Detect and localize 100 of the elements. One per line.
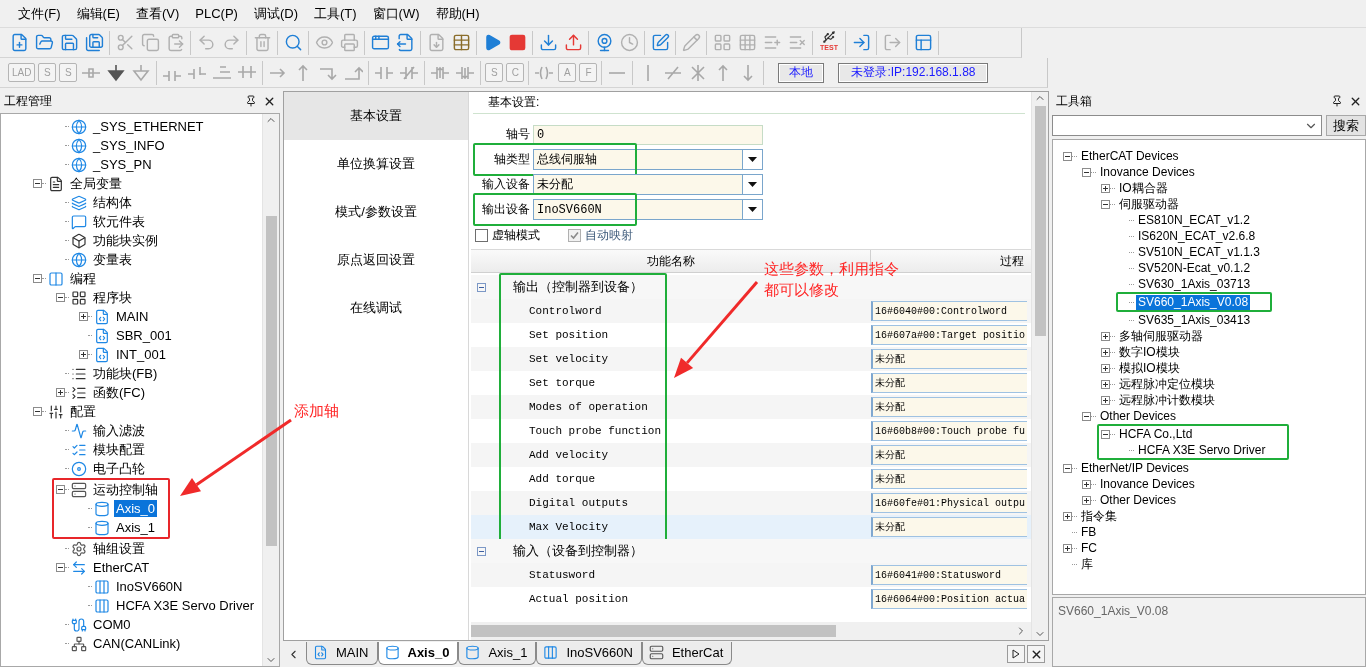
mapping-field[interactable]: 16#6040#00:Controlword xyxy=(871,301,1027,321)
tree-item[interactable]: 函数(FC) xyxy=(91,384,147,401)
tree-item[interactable]: Inovance Devices xyxy=(1098,164,1197,180)
tree-item[interactable]: HCFA X3E Servo Driver xyxy=(1136,442,1268,458)
new-file-icon[interactable] xyxy=(9,33,29,52)
search-combobox[interactable] xyxy=(1052,115,1322,136)
next-tab-button[interactable] xyxy=(1007,645,1025,663)
tree-item[interactable]: 软元件表 xyxy=(91,213,147,230)
window-icon[interactable] xyxy=(370,33,390,52)
table-icon[interactable] xyxy=(451,33,471,52)
tree-item[interactable]: INT_001 xyxy=(114,346,168,363)
table-row[interactable]: Set velocity 未分配 xyxy=(471,347,1031,371)
tree-item[interactable]: 配置 xyxy=(68,403,98,420)
editor-tab[interactable]: InoSV660N xyxy=(536,641,642,665)
group-toggle[interactable] xyxy=(477,546,486,556)
tree-toggle[interactable] xyxy=(33,179,42,188)
tree-toggle[interactable] xyxy=(1101,199,1110,209)
tree-toggle[interactable] xyxy=(1101,429,1110,439)
tree-item[interactable]: 远程脉冲定位模块 xyxy=(1117,376,1217,392)
vertical-scrollbar[interactable] xyxy=(262,114,279,666)
tree-toggle[interactable] xyxy=(56,485,65,494)
stop-icon[interactable] xyxy=(507,33,527,52)
table-row[interactable]: Max Velocity 未分配 xyxy=(471,515,1031,539)
tree-item[interactable]: _SYS_PN xyxy=(91,156,154,173)
tree-item[interactable]: 指令集 xyxy=(1079,508,1119,524)
tree-item[interactable]: Other Devices xyxy=(1098,408,1179,424)
panel-icon[interactable] xyxy=(913,33,933,52)
pin-icon[interactable] xyxy=(1331,95,1343,107)
tree-item[interactable]: 结构体 xyxy=(91,194,134,211)
mapping-field[interactable]: 16#6041#00:Statusword xyxy=(871,565,1027,585)
tree-item[interactable]: InoSV660N xyxy=(114,578,185,595)
tree-item[interactable]: 多轴伺服驱动器 xyxy=(1117,328,1205,344)
tree-item[interactable]: 功能块实例 xyxy=(91,232,160,249)
editor-tab[interactable]: Axis_1 xyxy=(458,641,537,665)
connection-status-button[interactable]: 未登录:IP:192.168.1.88 xyxy=(838,62,989,83)
tree-item[interactable]: 全局变量 xyxy=(68,175,124,192)
edit-icon[interactable] xyxy=(650,33,670,52)
editor-tab[interactable]: Axis_0 xyxy=(377,641,459,665)
tree-item[interactable]: 程序块 xyxy=(91,289,134,306)
tree-item[interactable]: 模块配置 xyxy=(91,441,147,458)
tree-item[interactable]: HCFA X3E Servo Driver xyxy=(114,597,256,614)
tree-toggle[interactable] xyxy=(56,293,65,302)
tree-item[interactable]: Inovance Devices xyxy=(1098,476,1197,492)
tree-item[interactable]: COM0 xyxy=(91,616,133,633)
group-toggle[interactable] xyxy=(477,282,486,292)
menu-item[interactable]: 窗口(W) xyxy=(364,4,428,23)
tree-toggle[interactable] xyxy=(1101,379,1110,389)
upload-icon[interactable] xyxy=(563,33,583,52)
mapping-field[interactable]: 未分配 xyxy=(871,397,1027,417)
tree-item[interactable]: 编程 xyxy=(68,270,98,287)
tree-toggle[interactable] xyxy=(79,312,88,321)
mapping-field[interactable]: 16#60b8#00:Touch probe fu xyxy=(871,421,1027,441)
tree-toggle[interactable] xyxy=(1101,363,1110,373)
tree-item[interactable]: SV510N_ECAT_v1.1.3 xyxy=(1136,244,1262,260)
tree-item[interactable]: FB xyxy=(1079,524,1099,540)
tree-item[interactable]: CAN(CANLink) xyxy=(91,635,183,652)
table-row[interactable]: Modes of operation 未分配 xyxy=(471,395,1031,419)
mapping-field[interactable]: 16#6064#00:Position actua xyxy=(871,589,1027,609)
dropdown[interactable]: InoSV660N xyxy=(533,199,763,220)
tree-item[interactable]: EtherCAT Devices xyxy=(1079,148,1181,164)
menu-item[interactable]: 编辑(E) xyxy=(68,4,128,23)
tree-item[interactable]: FC xyxy=(1079,540,1099,556)
tree-item[interactable]: 电子凸轮 xyxy=(91,460,147,477)
menu-item[interactable]: 帮助(H) xyxy=(427,4,488,23)
tree-toggle[interactable] xyxy=(1082,411,1091,421)
local-mode-button[interactable]: 本地 xyxy=(778,62,825,83)
mapping-field[interactable]: 未分配 xyxy=(871,469,1027,489)
mapping-field[interactable]: 未分配 xyxy=(871,349,1027,369)
tree-item[interactable]: _SYS_ETHERNET xyxy=(91,118,206,135)
tree-item[interactable]: 变量表 xyxy=(91,251,134,268)
tree-item[interactable]: 功能块(FB) xyxy=(91,365,160,382)
tree-item[interactable]: EtherCAT xyxy=(91,559,152,576)
mapping-field[interactable]: 未分配 xyxy=(871,373,1027,393)
menu-item[interactable]: PLC(P) xyxy=(187,6,246,21)
table-row[interactable]: Digital outputs 16#60fe#01:Physical outpu xyxy=(471,491,1031,515)
tree-item[interactable]: 模拟IO模块 xyxy=(1117,360,1182,376)
tree-toggle[interactable] xyxy=(33,407,42,416)
export-icon[interactable] xyxy=(395,33,415,52)
horizontal-scrollbar[interactable] xyxy=(471,622,1031,640)
menu-item[interactable]: 工具(T) xyxy=(305,4,365,23)
tree-item[interactable]: EtherNet/IP Devices xyxy=(1079,460,1191,476)
tree-toggle[interactable] xyxy=(56,563,65,572)
mapping-field[interactable]: 未分配 xyxy=(871,517,1027,537)
tree-toggle[interactable] xyxy=(1082,495,1091,505)
tree-item[interactable]: HCFA Co.,Ltd xyxy=(1117,426,1195,442)
menu-item[interactable]: 调试(D) xyxy=(245,4,306,23)
tree-item[interactable]: Axis_1 xyxy=(114,519,158,536)
pin-icon[interactable] xyxy=(245,95,257,107)
tree-item[interactable]: ES810N_ECAT_v1.2 xyxy=(1136,212,1252,228)
tree-toggle[interactable] xyxy=(1082,479,1091,489)
tree-item[interactable]: IO耦合器 xyxy=(1117,180,1170,196)
download-icon[interactable] xyxy=(538,33,558,52)
tree-item[interactable]: 输入滤波 xyxy=(91,422,147,439)
tree-toggle[interactable] xyxy=(1063,511,1072,521)
save-all-icon[interactable] xyxy=(84,33,104,52)
tree-toggle[interactable] xyxy=(1063,543,1072,553)
close-tab-button[interactable] xyxy=(1027,645,1045,663)
login-icon[interactable] xyxy=(851,33,871,52)
mapping-field[interactable]: 16#607a#00:Target positio xyxy=(871,325,1027,345)
table-row[interactable]: Statusword 16#6041#00:Statusword xyxy=(471,563,1031,587)
